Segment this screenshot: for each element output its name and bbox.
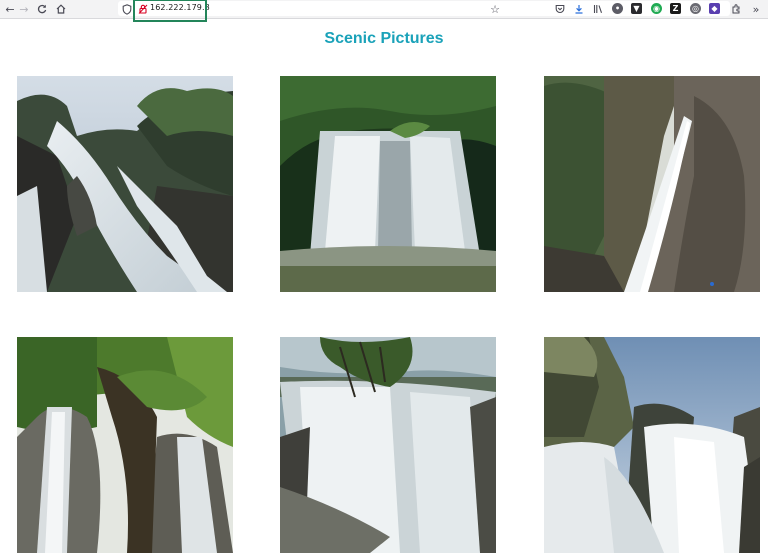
overflow-chevron-icon[interactable]: » — [748, 1, 764, 17]
extension-icon-6[interactable]: ◆ — [709, 3, 720, 14]
bookmark-star-icon[interactable]: ☆ — [487, 1, 503, 17]
waterfall-image-2 — [280, 76, 496, 292]
library-icon[interactable] — [590, 1, 606, 17]
downloads-icon[interactable] — [571, 1, 587, 17]
pocket-icon[interactable] — [552, 1, 568, 17]
url-highlight-box — [133, 0, 207, 22]
extensions-puzzle-icon[interactable] — [728, 1, 744, 17]
page-title: Scenic Pictures — [324, 30, 444, 47]
reload-icon[interactable] — [34, 1, 50, 17]
waterfall-image-5 — [280, 337, 496, 553]
extension-icon-4[interactable]: Z — [670, 3, 681, 14]
waterfall-image-1 — [17, 76, 233, 292]
extension-icon-1[interactable]: • — [612, 3, 623, 14]
home-icon[interactable] — [53, 1, 69, 17]
extension-icon-3[interactable]: ◉ — [651, 3, 662, 14]
browser-toolbar: ← → 162.222.179.8 ☆ • ▼ ◉ Z ◎ ◆ » — [0, 0, 768, 22]
extension-icon-5[interactable]: ◎ — [690, 3, 701, 14]
forward-arrow-icon[interactable]: → — [16, 1, 32, 17]
waterfall-image-3 — [544, 76, 760, 292]
waterfall-image-4 — [17, 337, 233, 553]
waterfall-image-6 — [544, 337, 760, 553]
extension-icon-2[interactable]: ▼ — [631, 3, 642, 14]
